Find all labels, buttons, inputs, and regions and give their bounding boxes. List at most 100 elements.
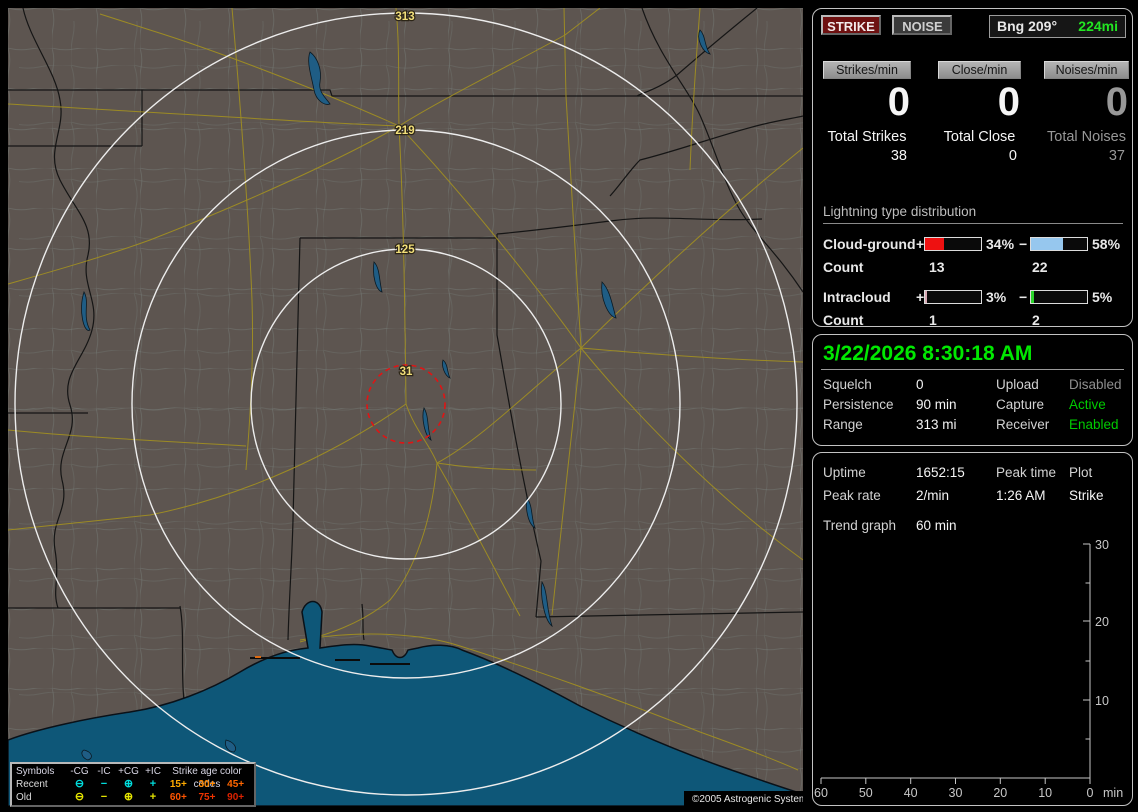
bearing-range: 224mi xyxy=(1078,18,1118,34)
close-per-min-button[interactable]: Close/min xyxy=(938,61,1021,79)
divider xyxy=(821,369,1124,370)
close-column: Close/min 0 Total Close 0 xyxy=(938,61,1021,164)
total-noises-label: Total Noises xyxy=(1047,129,1126,145)
ic-plus-pct: 3% xyxy=(986,289,1007,305)
system-datetime: 3/22/2026 8:30:18 AM xyxy=(823,342,1033,365)
count-label: Count xyxy=(823,312,864,328)
ic-minus-bar-fill xyxy=(1031,291,1035,303)
cg-minus-count: 22 xyxy=(1032,259,1048,275)
cg-plus-bar-fill xyxy=(925,238,945,250)
age-90: 90+ xyxy=(227,792,245,803)
ring-label-313: 313 xyxy=(395,11,414,23)
age-15: 15+ xyxy=(169,779,187,790)
legend-symbols-header: Symbols xyxy=(16,766,55,777)
y-tick-20: 20 xyxy=(1095,615,1109,629)
ring-label-31: 31 xyxy=(400,366,413,378)
plus-sign: + xyxy=(916,236,925,252)
squelch-value: 0 xyxy=(916,377,924,392)
noises-per-min-value: 0 xyxy=(1105,80,1129,124)
cg-plus-bar xyxy=(924,237,982,251)
ic-plus-bar-fill xyxy=(925,291,928,303)
minus-sign: − xyxy=(1019,289,1028,305)
ic-plus-count: 1 xyxy=(929,312,937,328)
intracloud-row: Intracloud + 3% − 5% xyxy=(823,287,1123,309)
upload-label: Upload xyxy=(996,377,1039,392)
recent-neg-cg-icon: ⊖ xyxy=(74,778,85,790)
squelch-label: Squelch xyxy=(823,377,872,392)
recent-pos-cg-icon: ⊕ xyxy=(123,778,134,790)
cg-minus-pct: 58% xyxy=(1092,236,1121,252)
status-row: Persistence 90 min Capture Active xyxy=(823,397,1124,413)
old-neg-ic-icon: − xyxy=(100,791,108,803)
capture-label: Capture xyxy=(996,397,1045,412)
age-45: 45+ xyxy=(227,779,245,790)
ic-minus-bar xyxy=(1030,290,1088,304)
recent-neg-ic-icon: − xyxy=(100,778,108,790)
cloud-ground-label: Cloud-ground xyxy=(823,236,916,252)
cg-plus-count: 13 xyxy=(929,259,945,275)
legend-col-neg-cg: -CG xyxy=(70,766,89,777)
status-panel: 3/22/2026 8:30:18 AM Squelch 0 Upload Di… xyxy=(812,334,1133,446)
ic-minus-count: 2 xyxy=(1032,312,1040,328)
y-tick-30: 30 xyxy=(1095,538,1109,552)
ring-label-219: 219 xyxy=(395,125,414,137)
status-row: Squelch 0 Upload Disabled xyxy=(823,377,1124,393)
bearing-readout: Bng 209° 224mi xyxy=(989,15,1126,38)
persistence-value: 90 min xyxy=(916,397,957,412)
cg-minus-bar xyxy=(1030,237,1088,251)
persistence-label: Persistence xyxy=(823,397,894,412)
intracloud-count-row: Count 1 2 xyxy=(823,312,1123,330)
strikes-per-min-value: 0 xyxy=(887,80,911,124)
trend-tick-labels: 30 20 10 60 50 40 30 20 10 0 min xyxy=(814,538,1123,800)
ic-plus-bar xyxy=(924,290,982,304)
x-tick-20: 20 xyxy=(993,786,1007,800)
rates-panel: STRIKE NOISE Bng 209° 224mi Strikes/min … xyxy=(812,8,1133,330)
x-tick-0: 0 xyxy=(1087,786,1094,800)
legend-age-header: Strike age color codes xyxy=(172,766,242,790)
minus-sign: − xyxy=(1019,236,1028,252)
total-strikes-value: 38 xyxy=(890,148,907,164)
strikes-per-min-button[interactable]: Strikes/min xyxy=(823,61,911,79)
age-30: 30+ xyxy=(198,779,216,790)
receiver-label: Receiver xyxy=(996,417,1050,432)
plus-sign: + xyxy=(916,289,925,305)
distribution-title: Lightning type distribution xyxy=(823,204,1123,224)
x-tick-50: 50 xyxy=(859,786,873,800)
copyright: ©2005 Astrogenic Systems xyxy=(684,791,803,806)
cloud-ground-row: Cloud-ground + 34% − 58% xyxy=(823,234,1123,256)
x-tick-40: 40 xyxy=(904,786,918,800)
age-60: 60+ xyxy=(169,792,187,803)
cg-plus-pct: 34% xyxy=(986,236,1015,252)
old-pos-ic-icon: + xyxy=(149,791,157,803)
noise-mode-button[interactable]: NOISE xyxy=(892,15,953,35)
cg-minus-bar-fill xyxy=(1031,238,1064,250)
upload-value: Disabled xyxy=(1069,377,1122,392)
close-per-min-value: 0 xyxy=(997,80,1021,124)
strike-mode-button[interactable]: STRIKE xyxy=(821,15,881,35)
session-panel: Uptime 1652:15 Peak time Plot Peak rate … xyxy=(812,452,1133,806)
total-close-value: 0 xyxy=(1008,148,1017,164)
app-window: { "toolbar": { "strike": "STRIKE", "nois… xyxy=(0,0,1138,812)
legend-recent-label: Recent xyxy=(16,779,48,790)
total-strikes-label: Total Strikes xyxy=(827,129,907,145)
rate-columns: Strikes/min 0 Total Strikes 38 Close/min… xyxy=(823,61,1129,191)
noises-per-min-button[interactable]: Noises/min xyxy=(1044,61,1129,79)
total-close-label: Total Close xyxy=(943,129,1016,145)
y-tick-10: 10 xyxy=(1095,694,1109,708)
range-value: 313 mi xyxy=(916,417,957,432)
age-75: 75+ xyxy=(198,792,216,803)
x-tick-60: 60 xyxy=(814,786,828,800)
trend-axes xyxy=(820,543,1091,784)
x-tick-10: 10 xyxy=(1038,786,1052,800)
legend-col-neg-ic: -IC xyxy=(97,766,111,777)
legend-old-label: Old xyxy=(16,792,32,803)
radar-map[interactable]: 313 219 125 31 ©2005 Astrogenic Systems xyxy=(8,8,803,806)
legend-col-pos-ic: +IC xyxy=(145,766,161,777)
old-pos-cg-icon: ⊕ xyxy=(123,791,134,803)
recent-pos-ic-icon: + xyxy=(149,778,157,790)
status-row: Range 313 mi Receiver Enabled xyxy=(823,417,1124,433)
count-label: Count xyxy=(823,259,864,275)
svg-text:©2005 Astrogenic Systems: ©2005 Astrogenic Systems xyxy=(692,794,803,805)
capture-value: Active xyxy=(1069,397,1106,412)
lightning-distribution: Lightning type distribution Cloud-ground… xyxy=(823,204,1123,330)
